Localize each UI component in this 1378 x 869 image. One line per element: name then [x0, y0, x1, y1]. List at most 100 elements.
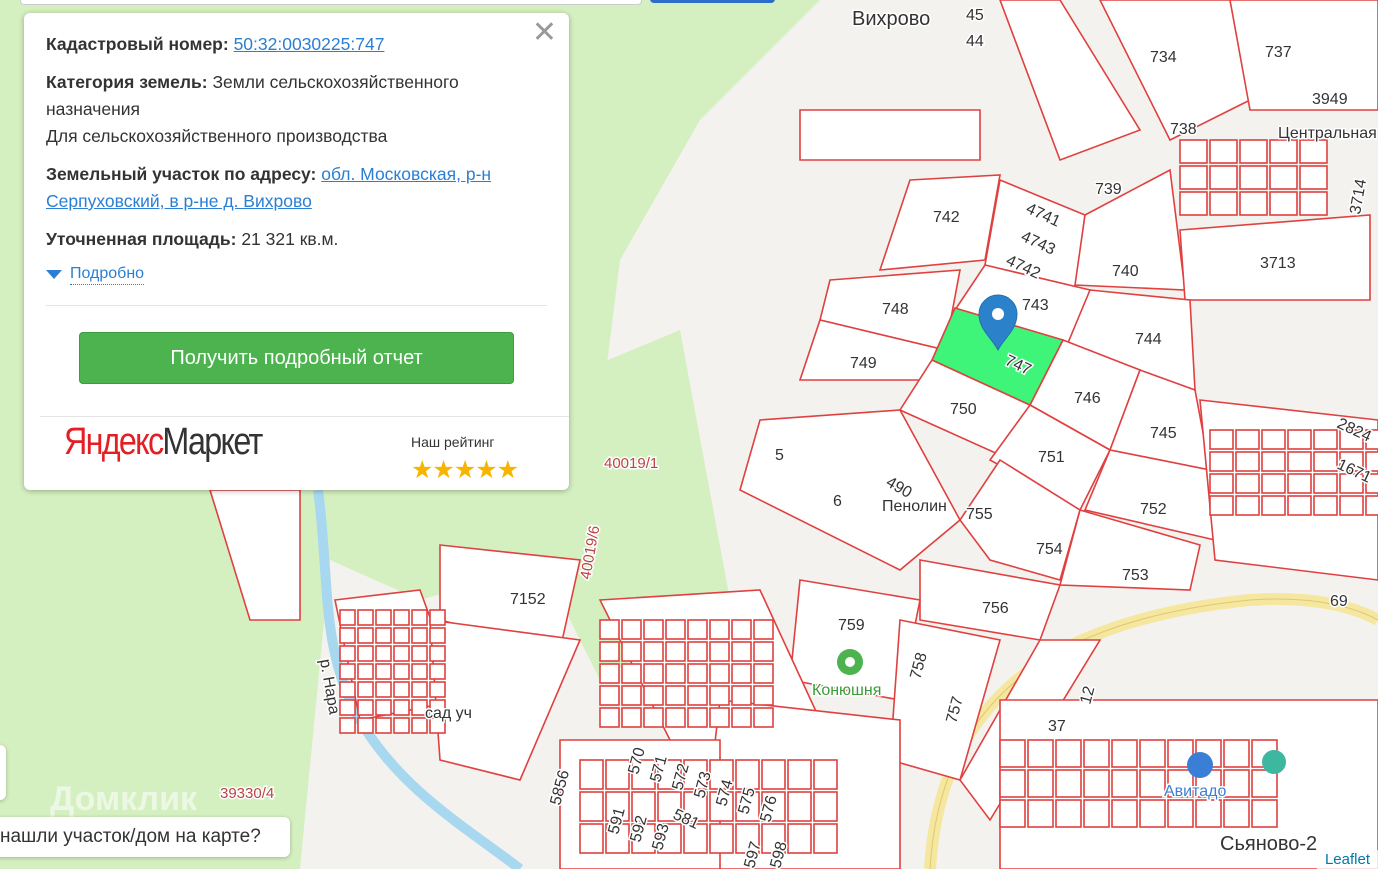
small-lot[interactable] — [813, 823, 838, 854]
small-lot[interactable] — [1209, 429, 1234, 450]
small-lot[interactable] — [731, 641, 752, 662]
small-lot[interactable] — [1027, 799, 1054, 828]
small-lot[interactable] — [579, 791, 604, 822]
small-lot[interactable] — [375, 609, 392, 626]
small-lot[interactable] — [709, 685, 730, 706]
small-lot[interactable] — [813, 759, 838, 790]
small-lot[interactable] — [1235, 451, 1260, 472]
small-lot[interactable] — [665, 707, 686, 728]
small-lot[interactable] — [1111, 769, 1138, 798]
small-lot[interactable] — [579, 759, 604, 790]
small-lot[interactable] — [599, 641, 620, 662]
small-lot[interactable] — [709, 663, 730, 684]
small-lot[interactable] — [643, 619, 664, 640]
small-lot[interactable] — [813, 791, 838, 822]
small-lot[interactable] — [787, 759, 812, 790]
small-lot[interactable] — [393, 609, 410, 626]
small-lot[interactable] — [665, 663, 686, 684]
leaflet-attribution[interactable]: Leaflet — [1316, 850, 1378, 869]
small-lot[interactable] — [999, 799, 1026, 828]
small-lot[interactable] — [1239, 139, 1268, 164]
small-lot[interactable] — [1209, 473, 1234, 494]
small-lot[interactable] — [1111, 799, 1138, 828]
small-lot[interactable] — [665, 619, 686, 640]
small-lot[interactable] — [1027, 769, 1054, 798]
small-lot[interactable] — [1269, 191, 1298, 216]
small-lot[interactable] — [357, 717, 374, 734]
small-lot[interactable] — [411, 627, 428, 644]
small-lot[interactable] — [375, 645, 392, 662]
small-lot[interactable] — [429, 627, 446, 644]
small-lot[interactable] — [643, 685, 664, 706]
small-lot[interactable] — [339, 627, 356, 644]
small-lot[interactable] — [643, 663, 664, 684]
small-lot[interactable] — [1261, 473, 1286, 494]
small-lot[interactable] — [1195, 799, 1222, 828]
ad-footer[interactable]: ЯндексМаркет Наш рейтинг ★★★★★ — [40, 416, 569, 490]
small-lot[interactable] — [643, 641, 664, 662]
small-lot[interactable] — [357, 699, 374, 716]
small-lot[interactable] — [1269, 139, 1298, 164]
small-lot[interactable] — [687, 619, 708, 640]
small-lot[interactable] — [1313, 473, 1338, 494]
small-lot[interactable] — [735, 759, 760, 790]
small-lot[interactable] — [429, 681, 446, 698]
small-lot[interactable] — [999, 769, 1026, 798]
small-lot[interactable] — [429, 609, 446, 626]
small-lot[interactable] — [731, 685, 752, 706]
small-lot[interactable] — [643, 707, 664, 728]
small-lot[interactable] — [411, 609, 428, 626]
find-parcel-question-button[interactable]: нашли участок/дом на карте? — [0, 817, 290, 857]
small-lot[interactable] — [393, 681, 410, 698]
small-lot[interactable] — [1261, 451, 1286, 472]
small-lot[interactable] — [1209, 165, 1238, 190]
small-lot[interactable] — [1251, 769, 1278, 798]
small-lot[interactable] — [375, 699, 392, 716]
cadastral-number-link[interactable]: 50:32:0030225:747 — [234, 34, 385, 54]
search-button[interactable] — [650, 0, 775, 3]
small-lot[interactable] — [1055, 769, 1082, 798]
yandex-market-logo[interactable]: ЯндексМаркет — [64, 423, 263, 461]
small-lot[interactable] — [1299, 139, 1328, 164]
small-lot[interactable] — [999, 739, 1026, 768]
small-lot[interactable] — [665, 685, 686, 706]
small-lot[interactable] — [579, 823, 604, 854]
small-lot[interactable] — [1139, 739, 1166, 768]
small-lot[interactable] — [709, 707, 730, 728]
small-lot[interactable] — [1055, 799, 1082, 828]
small-lot[interactable] — [429, 645, 446, 662]
small-lot[interactable] — [1179, 191, 1208, 216]
small-lot[interactable] — [393, 645, 410, 662]
small-lot[interactable] — [599, 619, 620, 640]
small-lot[interactable] — [1287, 495, 1312, 516]
get-report-button[interactable]: Получить подробный отчет — [79, 332, 514, 384]
small-lot[interactable] — [1261, 429, 1286, 450]
small-lot[interactable] — [1235, 429, 1260, 450]
small-lot[interactable] — [1313, 429, 1338, 450]
small-lot[interactable] — [357, 663, 374, 680]
small-lot[interactable] — [1223, 769, 1250, 798]
small-lot[interactable] — [375, 663, 392, 680]
small-lot[interactable] — [731, 663, 752, 684]
small-lot[interactable] — [411, 681, 428, 698]
small-lot[interactable] — [1223, 799, 1250, 828]
small-lot[interactable] — [1235, 473, 1260, 494]
small-lot[interactable] — [339, 681, 356, 698]
small-lot[interactable] — [1269, 165, 1298, 190]
small-lot[interactable] — [687, 685, 708, 706]
small-lot[interactable] — [1313, 495, 1338, 516]
small-lot[interactable] — [375, 681, 392, 698]
close-icon[interactable]: ✕ — [532, 18, 557, 48]
small-lot[interactable] — [1209, 495, 1234, 516]
small-lot[interactable] — [621, 619, 642, 640]
small-lot[interactable] — [665, 641, 686, 662]
small-lot[interactable] — [1027, 739, 1054, 768]
small-lot[interactable] — [621, 707, 642, 728]
small-lot[interactable] — [599, 663, 620, 684]
small-lot[interactable] — [599, 707, 620, 728]
small-lot[interactable] — [357, 627, 374, 644]
small-lot[interactable] — [1365, 495, 1378, 516]
parcel[interactable] — [1229, 0, 1378, 111]
small-lot[interactable] — [787, 823, 812, 854]
small-lot[interactable] — [687, 663, 708, 684]
